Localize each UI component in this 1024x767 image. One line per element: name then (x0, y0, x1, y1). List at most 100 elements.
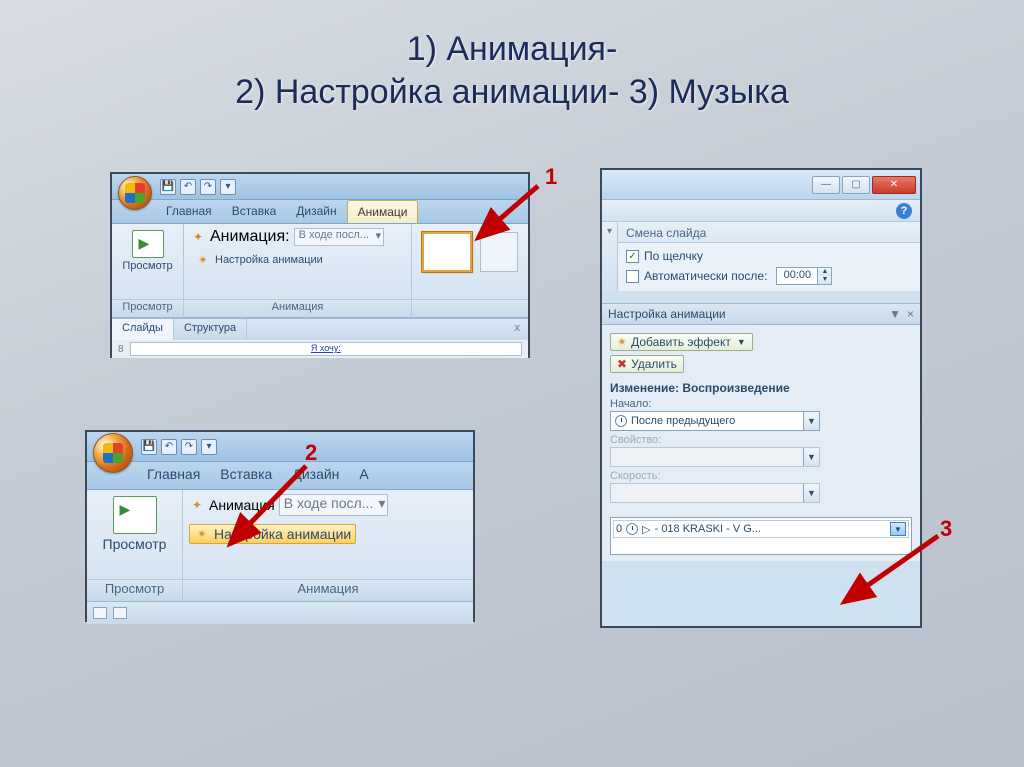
tab-insert[interactable]: Вставка (222, 200, 287, 223)
custom-animation-label: Настройка анимации (215, 254, 323, 266)
tab-outline[interactable]: Структура (174, 319, 247, 340)
qat-more-icon[interactable]: ▾ (201, 439, 217, 455)
tab-home[interactable]: Главная (137, 462, 210, 489)
help-row: ? (602, 200, 920, 222)
quick-access-toolbar: 💾 ↶ ↷ ▾ (87, 432, 473, 462)
tab-animation-cut[interactable]: А (349, 462, 378, 489)
clock-icon (626, 523, 638, 535)
ribbon-group-preview: Просмотр Просмотр (87, 490, 183, 601)
animate-icon: ✦ (190, 229, 206, 245)
group-label-transition (412, 299, 528, 317)
combo-start[interactable]: После предыдущего ▼ (610, 411, 820, 431)
view-switch-strip (87, 602, 473, 624)
slide-text: Я хочу: (311, 343, 341, 353)
checkbox-on-click[interactable]: ✓ (626, 250, 639, 263)
spin-up-icon[interactable]: ▲ (818, 268, 831, 276)
slide-thumbnail-row: 8 Я хочу: (112, 340, 528, 358)
gear-star-icon: ✴ (195, 252, 211, 268)
animate-icon: ✦ (189, 497, 205, 513)
close-button[interactable]: ✕ (872, 176, 916, 194)
preview-button[interactable]: Просмотр (93, 494, 176, 554)
gear-star-icon: ✴ (194, 526, 210, 542)
preview-label: Просмотр (122, 260, 172, 272)
redo-icon[interactable]: ↷ (181, 439, 197, 455)
chevron-down-icon: ▼ (737, 337, 746, 347)
label-on-click: По щелчку (644, 249, 703, 263)
window-title-bar: — ▢ ✕ (602, 170, 920, 200)
preview-button[interactable]: Просмотр (118, 228, 177, 274)
star-add-icon: ✴ (617, 335, 627, 349)
label-start: Начало: (610, 398, 912, 410)
field-start: Начало: После предыдущего ▼ (610, 398, 912, 431)
transition-options: ✓ По щелчку Автоматически после: 00:00 ▲… (618, 243, 920, 291)
auto-after-value: 00:00 (777, 268, 817, 284)
field-property: Свойство: ▼ (610, 434, 912, 467)
help-icon[interactable]: ? (896, 203, 912, 219)
chevron-down-icon[interactable]: ▼ (803, 412, 819, 430)
item-text: - 018 KRASKI - V G... (655, 523, 761, 535)
add-effect-button[interactable]: ✴ Добавить эффект ▼ (610, 333, 753, 351)
play-icon (132, 230, 164, 258)
tab-animation[interactable]: Анимаци (347, 200, 419, 223)
change-playback-header: Изменение: Воспроизведение (610, 381, 912, 395)
office-button[interactable] (118, 176, 152, 210)
animate-label: Анимация: (210, 228, 290, 246)
group-label-preview: Просмотр (87, 579, 182, 601)
redo-icon[interactable]: ↷ (200, 179, 216, 195)
group-label-animation: Анимация (184, 299, 411, 317)
remove-effect-label: Удалить (631, 357, 677, 371)
tab-home[interactable]: Главная (156, 200, 222, 223)
transition-section-header: Смена слайда (618, 222, 920, 243)
save-icon[interactable]: 💾 (141, 439, 157, 455)
play-triangle-icon: ▷ (642, 523, 650, 536)
save-icon[interactable]: 💾 (160, 179, 176, 195)
pane-menu-icon[interactable]: ▼ (889, 307, 901, 321)
slide-number: 8 (118, 344, 124, 355)
office-logo-icon (103, 443, 123, 463)
page-title: 1) Анимация- 2) Настройка анимации- 3) М… (0, 0, 1024, 123)
play-icon (113, 496, 157, 534)
checkbox-auto-after[interactable] (626, 270, 639, 283)
ribbon-group-preview: Просмотр Просмотр (112, 224, 184, 317)
clock-icon (615, 415, 627, 427)
remove-effect-button[interactable]: ✖ Удалить (610, 355, 684, 373)
animate-dropdown[interactable]: В ходе посл... (294, 228, 384, 246)
custom-animation-button[interactable]: ✴ Настройка анимации (190, 250, 328, 270)
arrow-3 (830, 530, 950, 620)
auto-after-spinner[interactable]: 00:00 ▲▼ (776, 267, 832, 285)
sorter-view-icon[interactable] (113, 607, 127, 619)
arrow-2 (210, 460, 320, 560)
spin-down-icon[interactable]: ▼ (818, 276, 831, 284)
item-index: 0 (616, 523, 622, 535)
normal-view-icon[interactable] (93, 607, 107, 619)
field-speed: Скорость: ▼ (610, 470, 912, 503)
slide-pane-tabs: Слайды Структура x (112, 318, 528, 340)
title-line-2: 2) Настройка анимации- 3) Музыка (235, 73, 789, 111)
pane-close-icon[interactable]: × (907, 307, 914, 321)
tab-design[interactable]: Дизайн (286, 200, 346, 223)
maximize-button[interactable]: ▢ (842, 176, 870, 194)
title-line-1: 1) Анимация- (407, 30, 618, 68)
undo-icon[interactable]: ↶ (161, 439, 177, 455)
label-auto-after: Автоматически после: (644, 269, 767, 283)
minimize-button[interactable]: — (812, 176, 840, 194)
group-label-animation: Анимация (183, 579, 473, 601)
value-start: После предыдущего (631, 415, 735, 427)
group-label-preview: Просмотр (112, 299, 183, 317)
slide-thumbnail[interactable]: Я хочу: (130, 342, 522, 356)
tab-slides[interactable]: Слайды (112, 319, 174, 340)
office-button[interactable] (93, 433, 133, 473)
preview-label: Просмотр (103, 536, 167, 552)
close-pane-icon[interactable]: x (507, 319, 529, 340)
combo-speed-disabled: ▼ (610, 483, 820, 503)
label-speed: Скорость: (610, 470, 912, 482)
delete-x-icon: ✖ (617, 357, 627, 371)
qat-more-icon[interactable]: ▾ (220, 179, 236, 195)
ribbon-group-animation: ✦ Анимация: В ходе посл... ✴ Настройка а… (184, 224, 412, 317)
animation-pane-header: Настройка анимации ▼× (602, 303, 920, 325)
dropdown-sliver[interactable]: ▾ (602, 222, 618, 291)
undo-icon[interactable]: ↶ (180, 179, 196, 195)
chevron-down-icon: ▼ (803, 484, 819, 502)
add-effect-label: Добавить эффект (631, 335, 731, 349)
animation-pane-body: ✴ Добавить эффект ▼ ✖ Удалить Изменение:… (602, 325, 920, 561)
